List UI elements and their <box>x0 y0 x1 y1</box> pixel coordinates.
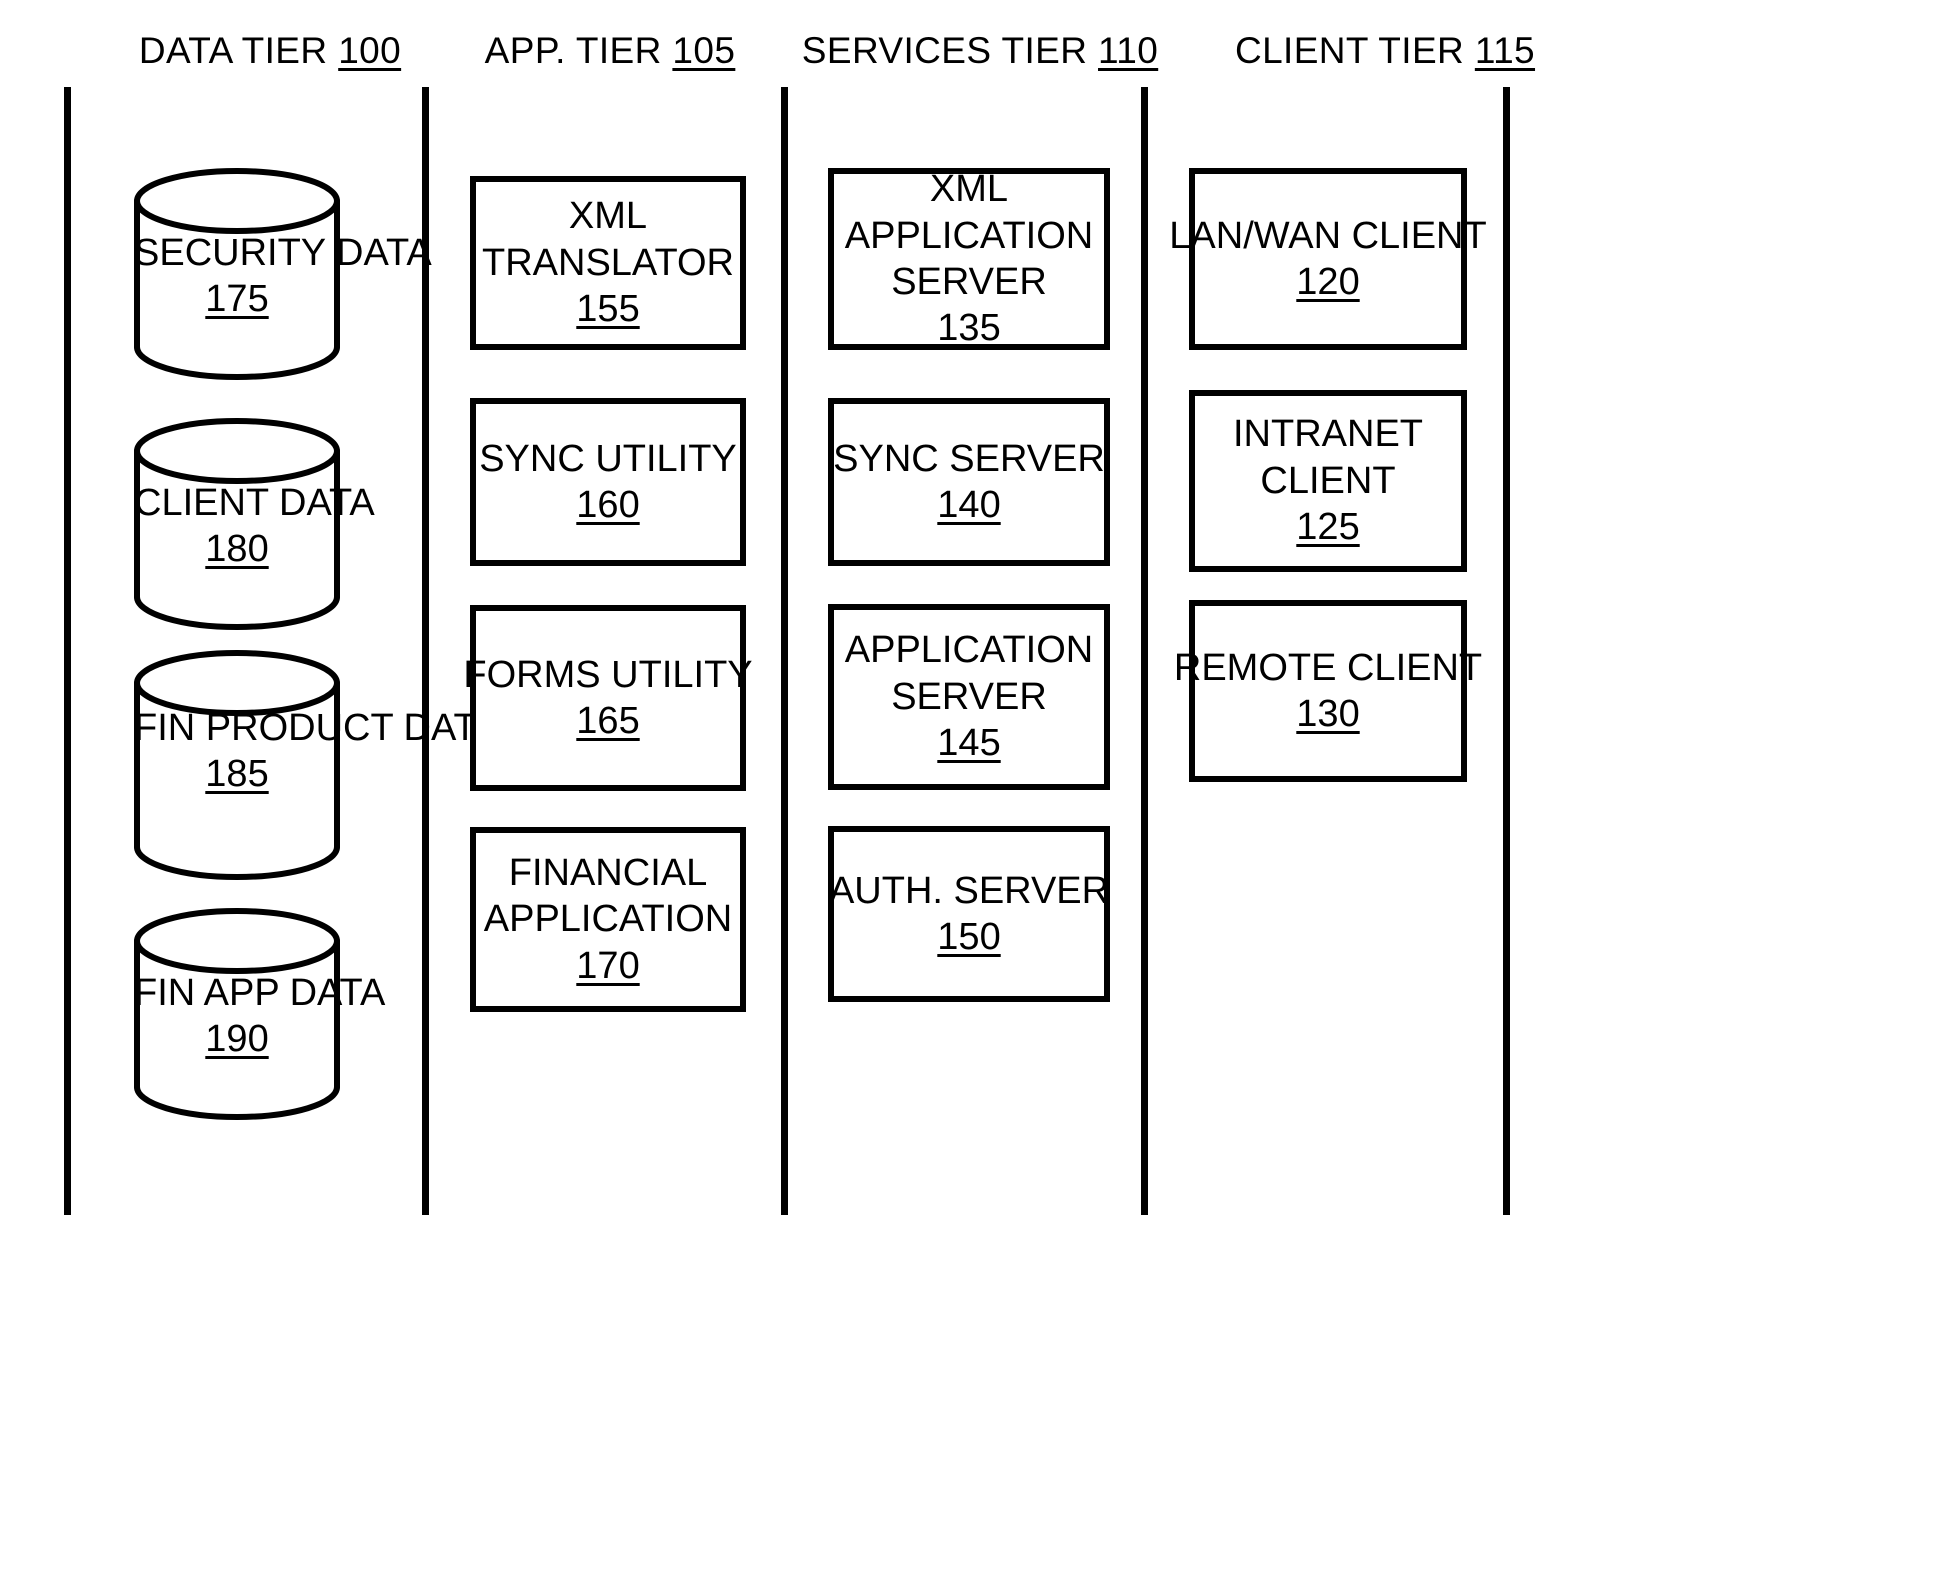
column-header-title: SERVICES TIER <box>801 30 1088 71</box>
box-line-1: FINANCIAL <box>508 851 708 894</box>
box-reference-number: 155 <box>576 288 640 331</box>
cylinder-line-1: SECURITY <box>134 232 326 274</box>
database-cylinder-security-data[interactable]: SECURITY DATA 175 <box>134 168 432 380</box>
component-box-sync-server[interactable]: SYNC SERVER 140 <box>828 398 1110 566</box>
tier-divider-left-edge <box>64 87 71 1215</box>
box-line-1: SYNC UTILITY <box>479 437 737 480</box>
database-cylinder-label: FIN PRODUCT DATA 185 <box>134 705 499 798</box>
cylinder-reference-number: 190 <box>205 1018 269 1061</box>
cylinder-line-1: FIN APP <box>134 972 280 1014</box>
database-cylinder-fin-product-data[interactable]: FIN PRODUCT DATA 185 <box>134 650 499 880</box>
column-header-client-tier: CLIENT TIER 115 <box>1160 30 1610 72</box>
box-line-2: TRANSLATOR <box>482 241 734 284</box>
box-line-2: APPLICATION <box>844 214 1094 257</box>
database-cylinder-client-data[interactable]: CLIENT DATA 180 <box>134 418 375 630</box>
cylinder-reference-number: 175 <box>205 278 269 321</box>
box-reference-number: 130 <box>1296 693 1360 735</box>
cylinder-line-1: FIN <box>134 707 196 749</box>
column-header-services-tier: SERVICES TIER 110 <box>790 30 1170 72</box>
box-line-1: XML <box>929 168 1009 211</box>
column-header-number: 110 <box>1098 30 1159 71</box>
cylinder-line-2: DATA <box>289 972 386 1014</box>
column-header-title: CLIENT TIER <box>1234 30 1465 71</box>
box-line-2: CLIENT <box>1260 459 1396 502</box>
component-box-forms-utility[interactable]: FORMS UTILITY 165 <box>463 605 753 791</box>
column-header-title: DATA TIER <box>138 30 328 71</box>
cylinder-reference-number: 180 <box>205 528 269 571</box>
box-line-1: FORMS UTILITY <box>463 653 753 696</box>
component-box-remote-client[interactable]: REMOTE CLIENT 130 <box>1174 600 1482 782</box>
box-reference-number: 160 <box>576 484 640 526</box>
box-line-1: SYNC SERVER <box>833 437 1105 480</box>
component-box-xml-application-server[interactable]: XML APPLICATION SERVER 135 <box>828 168 1110 350</box>
component-box-lan-wan-client[interactable]: LAN/WAN CLIENT 120 <box>1169 168 1487 350</box>
box-reference-number: 150 <box>937 916 1001 958</box>
box-line-2: SERVER <box>891 675 1047 718</box>
box-line-1: XML <box>568 195 648 238</box>
box-line-1: AUTH. SERVER <box>828 869 1110 912</box>
database-cylinder-label: SECURITY DATA 175 <box>134 230 432 323</box>
tier-divider-services-client <box>1141 87 1148 1215</box>
cylinder-line-2: PRODUCT <box>205 707 393 749</box>
column-header-number: 105 <box>672 30 736 71</box>
box-reference-number: 135 <box>937 307 1001 350</box>
cylinder-reference-number: 185 <box>205 753 269 796</box>
column-header-number: 100 <box>338 30 402 71</box>
component-box-xml-translator[interactable]: XML TRANSLATOR 155 <box>470 176 746 350</box>
column-header-data-tier: DATA TIER 100 <box>60 30 480 72</box>
box-line-3: SERVER <box>891 261 1047 303</box>
box-reference-number: 170 <box>576 944 640 987</box>
box-line-1: REMOTE CLIENT <box>1173 646 1483 689</box>
component-box-auth-server[interactable]: AUTH. SERVER 150 <box>828 826 1110 1002</box>
box-reference-number: 120 <box>1296 261 1360 303</box>
box-reference-number: 145 <box>937 722 1001 765</box>
diagram-canvas: DATA TIER 100 APP. TIER 105 SERVICES TIE… <box>0 0 1952 1589</box>
box-reference-number: 165 <box>576 700 640 742</box>
box-reference-number: 140 <box>937 484 1001 526</box>
box-line-2: APPLICATION <box>483 898 733 941</box>
column-header-app-tier: APP. TIER 105 <box>430 30 790 72</box>
component-box-financial-application[interactable]: FINANCIAL APPLICATION 170 <box>470 827 746 1012</box>
component-box-sync-utility[interactable]: SYNC UTILITY 160 <box>470 398 746 566</box>
database-cylinder-label: FIN APP DATA 190 <box>134 970 385 1063</box>
cylinder-line-2: DATA <box>279 482 375 524</box>
component-box-intranet-client[interactable]: INTRANET CLIENT 125 <box>1189 390 1467 572</box>
cylinder-line-2: DATA <box>336 232 432 274</box>
column-header-number: 115 <box>1474 30 1536 71</box>
cylinder-line-1: CLIENT <box>134 482 269 524</box>
database-cylinder-fin-app-data[interactable]: FIN APP DATA 190 <box>134 908 385 1120</box>
box-reference-number: 125 <box>1296 506 1360 549</box>
tier-divider-right-edge <box>1503 87 1510 1215</box>
database-cylinder-label: CLIENT DATA 180 <box>134 480 375 573</box>
box-line-1: LAN/WAN CLIENT <box>1169 214 1487 257</box>
component-box-application-server[interactable]: APPLICATION SERVER 145 <box>828 604 1110 790</box>
box-line-1: APPLICATION <box>844 629 1094 672</box>
column-header-title: APP. TIER <box>484 30 662 71</box>
tier-divider-app-services <box>781 87 788 1215</box>
box-line-1: INTRANET <box>1233 413 1423 456</box>
